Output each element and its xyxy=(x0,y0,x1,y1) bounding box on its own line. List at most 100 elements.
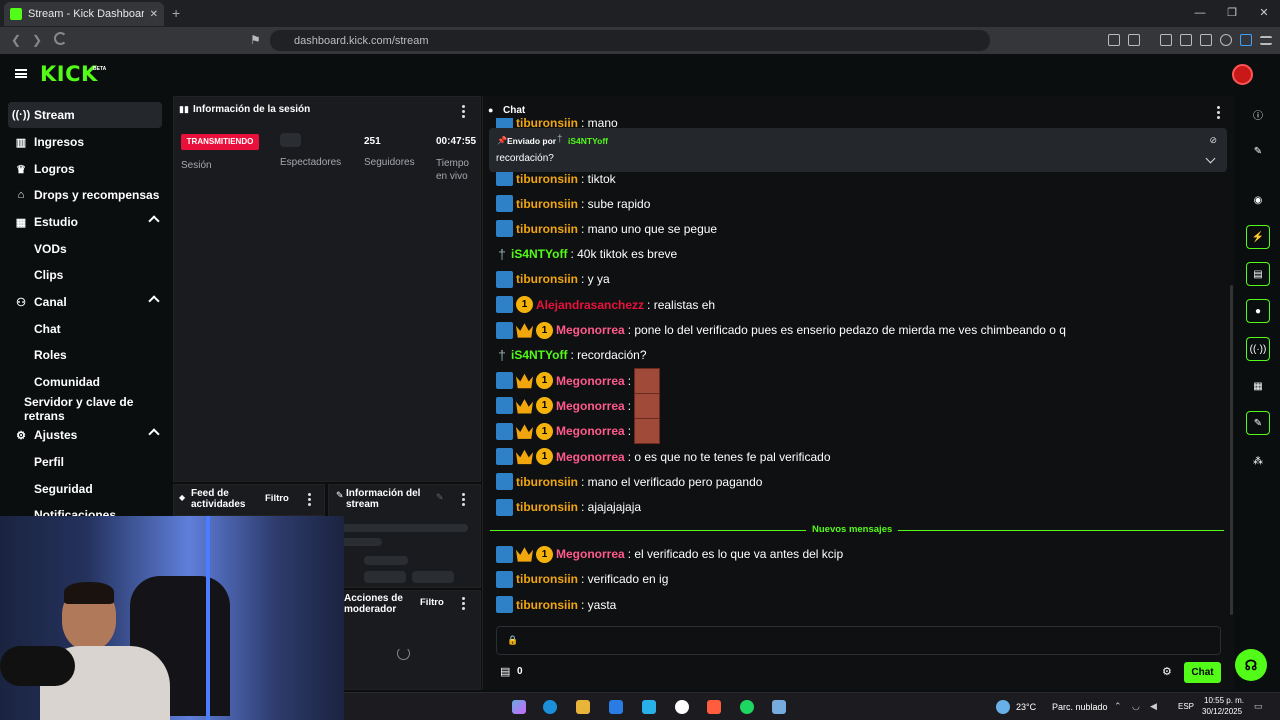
store-icon[interactable]: ▤ xyxy=(500,665,510,678)
screenshot-icon[interactable] xyxy=(1128,34,1140,46)
chat-scrollbar[interactable] xyxy=(1230,285,1233,615)
sidebar-item-servidor[interactable]: Servidor y clave de retrans xyxy=(8,395,162,423)
chat-username[interactable]: Alejandrasanchezz xyxy=(536,298,644,312)
forward-icon[interactable]: ❯ xyxy=(32,33,42,47)
chat-kebab-icon[interactable] xyxy=(1217,106,1220,121)
chat-username[interactable]: tiburonsiin xyxy=(516,475,578,489)
user-avatar[interactable] xyxy=(1232,64,1253,85)
sidebar-item-comunidad[interactable]: Comunidad xyxy=(8,369,162,395)
minimize-button[interactable]: — xyxy=(1184,0,1216,27)
store-taskbar-icon[interactable] xyxy=(609,700,623,714)
music-icon[interactable] xyxy=(1160,34,1172,46)
chat-username[interactable]: iS4NTYoff xyxy=(511,348,567,362)
wrench-rail-icon[interactable]: ✎ xyxy=(1246,411,1270,435)
notification-icon[interactable]: ▭ xyxy=(1254,701,1263,712)
chat-username[interactable]: tiburonsiin xyxy=(516,572,578,586)
mod-filter-button[interactable]: Filtro xyxy=(420,597,444,608)
sidebar-toggle-icon[interactable] xyxy=(1180,34,1192,46)
network-icon[interactable]: ◡ xyxy=(1132,701,1140,712)
vpn-icon[interactable] xyxy=(1220,34,1232,46)
mail-icon[interactable] xyxy=(642,700,656,714)
maximize-button[interactable]: ❐ xyxy=(1216,0,1248,27)
sidebar-item-clips[interactable]: Clips xyxy=(8,262,162,288)
chat-username[interactable]: tiburonsiin xyxy=(516,222,578,236)
chat-username[interactable]: Megonorrea xyxy=(556,399,625,413)
bookmark-icon[interactable]: ⚑ xyxy=(250,33,261,47)
chat-username[interactable]: iS4NTYoff xyxy=(511,247,567,261)
chevron-down-icon[interactable] xyxy=(1205,153,1216,164)
brave-icon[interactable] xyxy=(707,700,721,714)
hamburger-menu-icon[interactable] xyxy=(15,69,27,78)
extension-icon[interactable] xyxy=(1240,34,1252,46)
clock-time[interactable]: 10:55 p. m. xyxy=(1204,696,1244,705)
stream-info-kebab-icon[interactable] xyxy=(462,493,465,508)
camera-icon[interactable]: ◉ xyxy=(1246,188,1270,212)
document-icon[interactable]: ▤ xyxy=(1246,262,1270,286)
sidebar-item-canal[interactable]: ⚇ Canal xyxy=(8,289,162,315)
feed-filter-button[interactable]: Filtro xyxy=(265,493,289,504)
chat-username[interactable]: tiburonsiin xyxy=(516,500,578,514)
chat-username[interactable]: tiburonsiin xyxy=(516,118,578,128)
support-headset-icon[interactable]: ☊ xyxy=(1235,649,1267,681)
unpin-icon[interactable]: ⊘ xyxy=(1209,135,1217,146)
loading-icon[interactable] xyxy=(54,32,67,45)
sidebar-item-ajustes[interactable]: ⚙ Ajustes xyxy=(8,422,162,448)
tab-close-icon[interactable]: ✕ xyxy=(150,9,158,20)
broadcast-rail-icon[interactable]: ((·)) xyxy=(1246,337,1270,361)
pencil-icon[interactable]: ✎ xyxy=(1246,139,1270,163)
chat-username[interactable]: tiburonsiin xyxy=(516,272,578,286)
mod-kebab-icon[interactable] xyxy=(462,597,465,612)
chat-username[interactable]: tiburonsiin xyxy=(516,197,578,211)
sidebar-item-ingresos[interactable]: ▥ Ingresos xyxy=(8,129,162,155)
copilot-icon[interactable] xyxy=(512,700,526,714)
tray-chevron-icon[interactable]: ⌃ xyxy=(1114,701,1122,712)
chat-bubble-rail-icon[interactable]: ● xyxy=(1246,299,1270,323)
close-window-button[interactable]: ✕ xyxy=(1248,0,1280,27)
browser-menu-icon[interactable] xyxy=(1260,36,1272,45)
volume-icon[interactable]: ◀ xyxy=(1150,701,1157,712)
file-explorer-icon[interactable] xyxy=(576,700,590,714)
session-kebab-icon[interactable] xyxy=(462,105,465,120)
pinned-user[interactable]: iS4NTYoff xyxy=(568,136,608,146)
extensions-icon[interactable] xyxy=(1108,34,1120,46)
chat-username[interactable]: Megonorrea xyxy=(556,547,625,561)
lightning-icon[interactable]: ⚡ xyxy=(1246,225,1270,249)
new-tab-button[interactable]: + xyxy=(172,5,180,21)
spotify-icon[interactable] xyxy=(740,700,754,714)
feed-kebab-icon[interactable] xyxy=(308,493,311,508)
sidebar-item-estudio[interactable]: ▦ Estudio xyxy=(8,209,162,235)
chat-settings-icon[interactable]: ⚙ xyxy=(1162,665,1172,678)
chat-username[interactable]: tiburonsiin xyxy=(516,172,578,186)
sidebar-item-notificaciones[interactable]: Notificaciones xyxy=(8,502,162,516)
notepad-icon[interactable] xyxy=(772,700,786,714)
chat-username[interactable]: Megonorrea xyxy=(556,374,625,388)
sidebar-item-seguridad[interactable]: Seguridad xyxy=(8,476,162,502)
chat-input[interactable]: 🔒 xyxy=(496,626,1221,655)
edge-icon[interactable] xyxy=(543,700,557,714)
chat-username[interactable]: Megonorrea xyxy=(556,450,625,464)
sidebar-item-logros[interactable]: ♛ Logros xyxy=(8,156,162,182)
kick-logo[interactable]: KICK xyxy=(40,62,98,86)
clock-date[interactable]: 30/12/2025 xyxy=(1202,707,1242,716)
sidebar-item-chat[interactable]: Chat xyxy=(8,316,162,342)
language-indicator[interactable]: ESP xyxy=(1178,702,1194,711)
sidebar-item-drops[interactable]: ⌂ Drops y recompensas xyxy=(8,182,162,208)
wallet-icon[interactable] xyxy=(1200,34,1212,46)
chat-username[interactable]: tiburonsiin xyxy=(516,598,578,612)
chat-username[interactable]: Megonorrea xyxy=(556,424,625,438)
chat-username[interactable]: Megonorrea xyxy=(556,323,625,337)
send-chat-button[interactable]: Chat xyxy=(1184,662,1221,683)
sidebar-item-vods[interactable]: VODs xyxy=(8,236,162,262)
pinned-message[interactable]: 📌 Enviado por † iS4NTYoff recordación? ⊘ xyxy=(489,128,1227,172)
printer-icon[interactable]: ▦ xyxy=(1246,374,1270,398)
sidebar-item-stream[interactable]: ((·)) Stream xyxy=(8,102,162,128)
sidebar-item-perfil[interactable]: Perfil xyxy=(8,449,162,475)
info-circle-icon[interactable]: ⓘ xyxy=(1246,102,1270,126)
sidebar-item-roles[interactable]: Roles xyxy=(8,342,162,368)
back-icon[interactable]: ❮ xyxy=(11,33,21,47)
obs-icon[interactable] xyxy=(675,700,689,714)
edit-icon[interactable]: ✎ xyxy=(436,492,444,503)
browser-tab[interactable]: Stream - Kick Dashboard ✕ xyxy=(4,2,164,26)
url-field[interactable]: dashboard.kick.com/stream xyxy=(270,30,990,51)
share-icon[interactable]: ⁂ xyxy=(1246,449,1270,473)
